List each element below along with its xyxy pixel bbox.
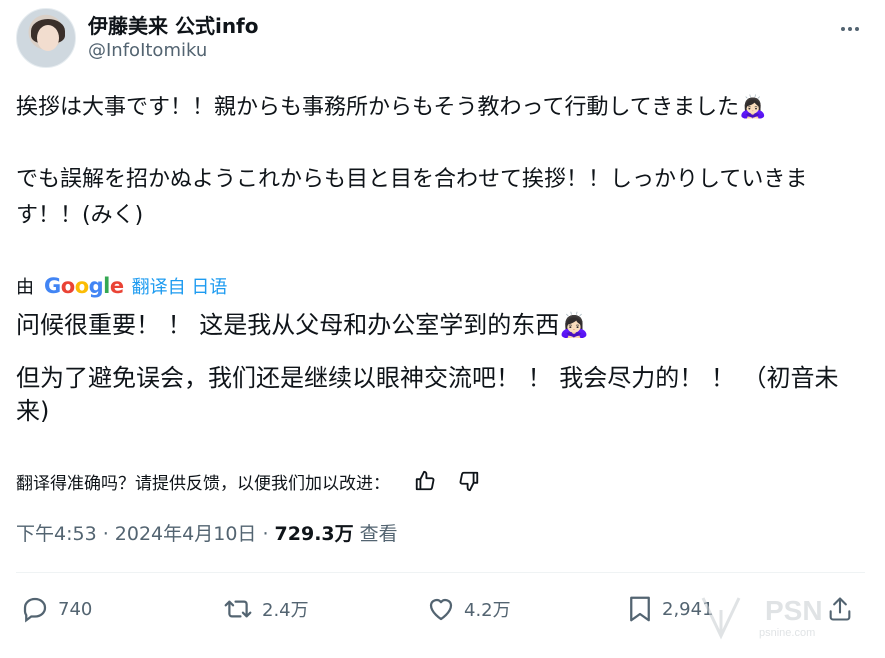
translation-feedback: 翻译得准确吗？请提供反馈，以便我们加以改进： (16, 466, 484, 496)
views-count: 729.3万 (274, 523, 354, 545)
retweet-icon (224, 600, 252, 618)
watermark-brand: PSN (765, 595, 823, 626)
site-watermark: PSN psnine.com (699, 590, 869, 640)
views-label: 查看 (353, 523, 398, 545)
thumbs-up-icon[interactable] (410, 466, 440, 496)
feedback-prompt: 翻译得准确吗？请提供反馈，以便我们加以改进： (16, 473, 390, 494)
translation-line-1: 问候很重要！ ！ 这是我从父母和办公室学到的东西🙇🏻‍♀️ (16, 311, 590, 339)
google-logo: Google (44, 274, 124, 298)
retweet-button[interactable]: 2.4万 (222, 594, 309, 624)
tweet-timestamp[interactable]: 下午4:53 · 2024年4月10日 · (16, 523, 275, 545)
tweet-header: 伊藤美来 公式info @InfoItomiku (16, 8, 869, 68)
translation-line-2: 但为了避免误会，我们还是继续以眼神交流吧！ ！ 我会尽力的！ ！ （初音未来) (16, 364, 839, 425)
original-line-2: でも誤解を招かぬようこれからも目と目を合わせて挨拶！！しっかりしていきます！！(… (16, 167, 808, 228)
original-tweet-text: 挨拶は大事です！！親からも事務所からもそう教わって行動してきました🙇🏻‍♀️ で… (16, 90, 861, 234)
avatar[interactable] (16, 8, 76, 68)
author-handle[interactable]: @InfoItomiku (88, 40, 207, 61)
translated-from-link[interactable]: 翻译自 日语 (132, 273, 228, 299)
watermark-url: psnine.com (759, 627, 815, 639)
thumbs-down-icon[interactable] (454, 466, 484, 496)
heart-icon (429, 598, 453, 621)
author-display-name[interactable]: 伊藤美来 公式info (88, 10, 259, 39)
retweet-count: 2.4万 (262, 600, 309, 621)
like-button[interactable]: 4.2万 (426, 594, 511, 624)
tweet-meta: 下午4:53 · 2024年4月10日 · 729.3万 查看 (16, 519, 398, 546)
translated-tweet-text: 问候很重要！ ！ 这是我从父母和办公室学到的东西🙇🏻‍♀️ 但为了避免误会，我们… (16, 309, 861, 428)
reply-icon (23, 597, 47, 623)
like-count: 4.2万 (464, 600, 511, 621)
reply-count: 740 (58, 598, 93, 620)
reply-button[interactable]: 740 (20, 594, 92, 624)
original-line-1: 挨拶は大事です！！親からも事務所からもそう教わって行動してきました🙇🏻‍♀️ (16, 95, 767, 120)
more-icon[interactable] (839, 18, 861, 40)
translated-by: 由 Google 翻译自 日语 (16, 272, 227, 300)
divider (16, 572, 865, 573)
avatar-face (37, 25, 59, 51)
bookmark-icon (630, 596, 650, 622)
translated-by-prefix: 由 (16, 277, 34, 298)
